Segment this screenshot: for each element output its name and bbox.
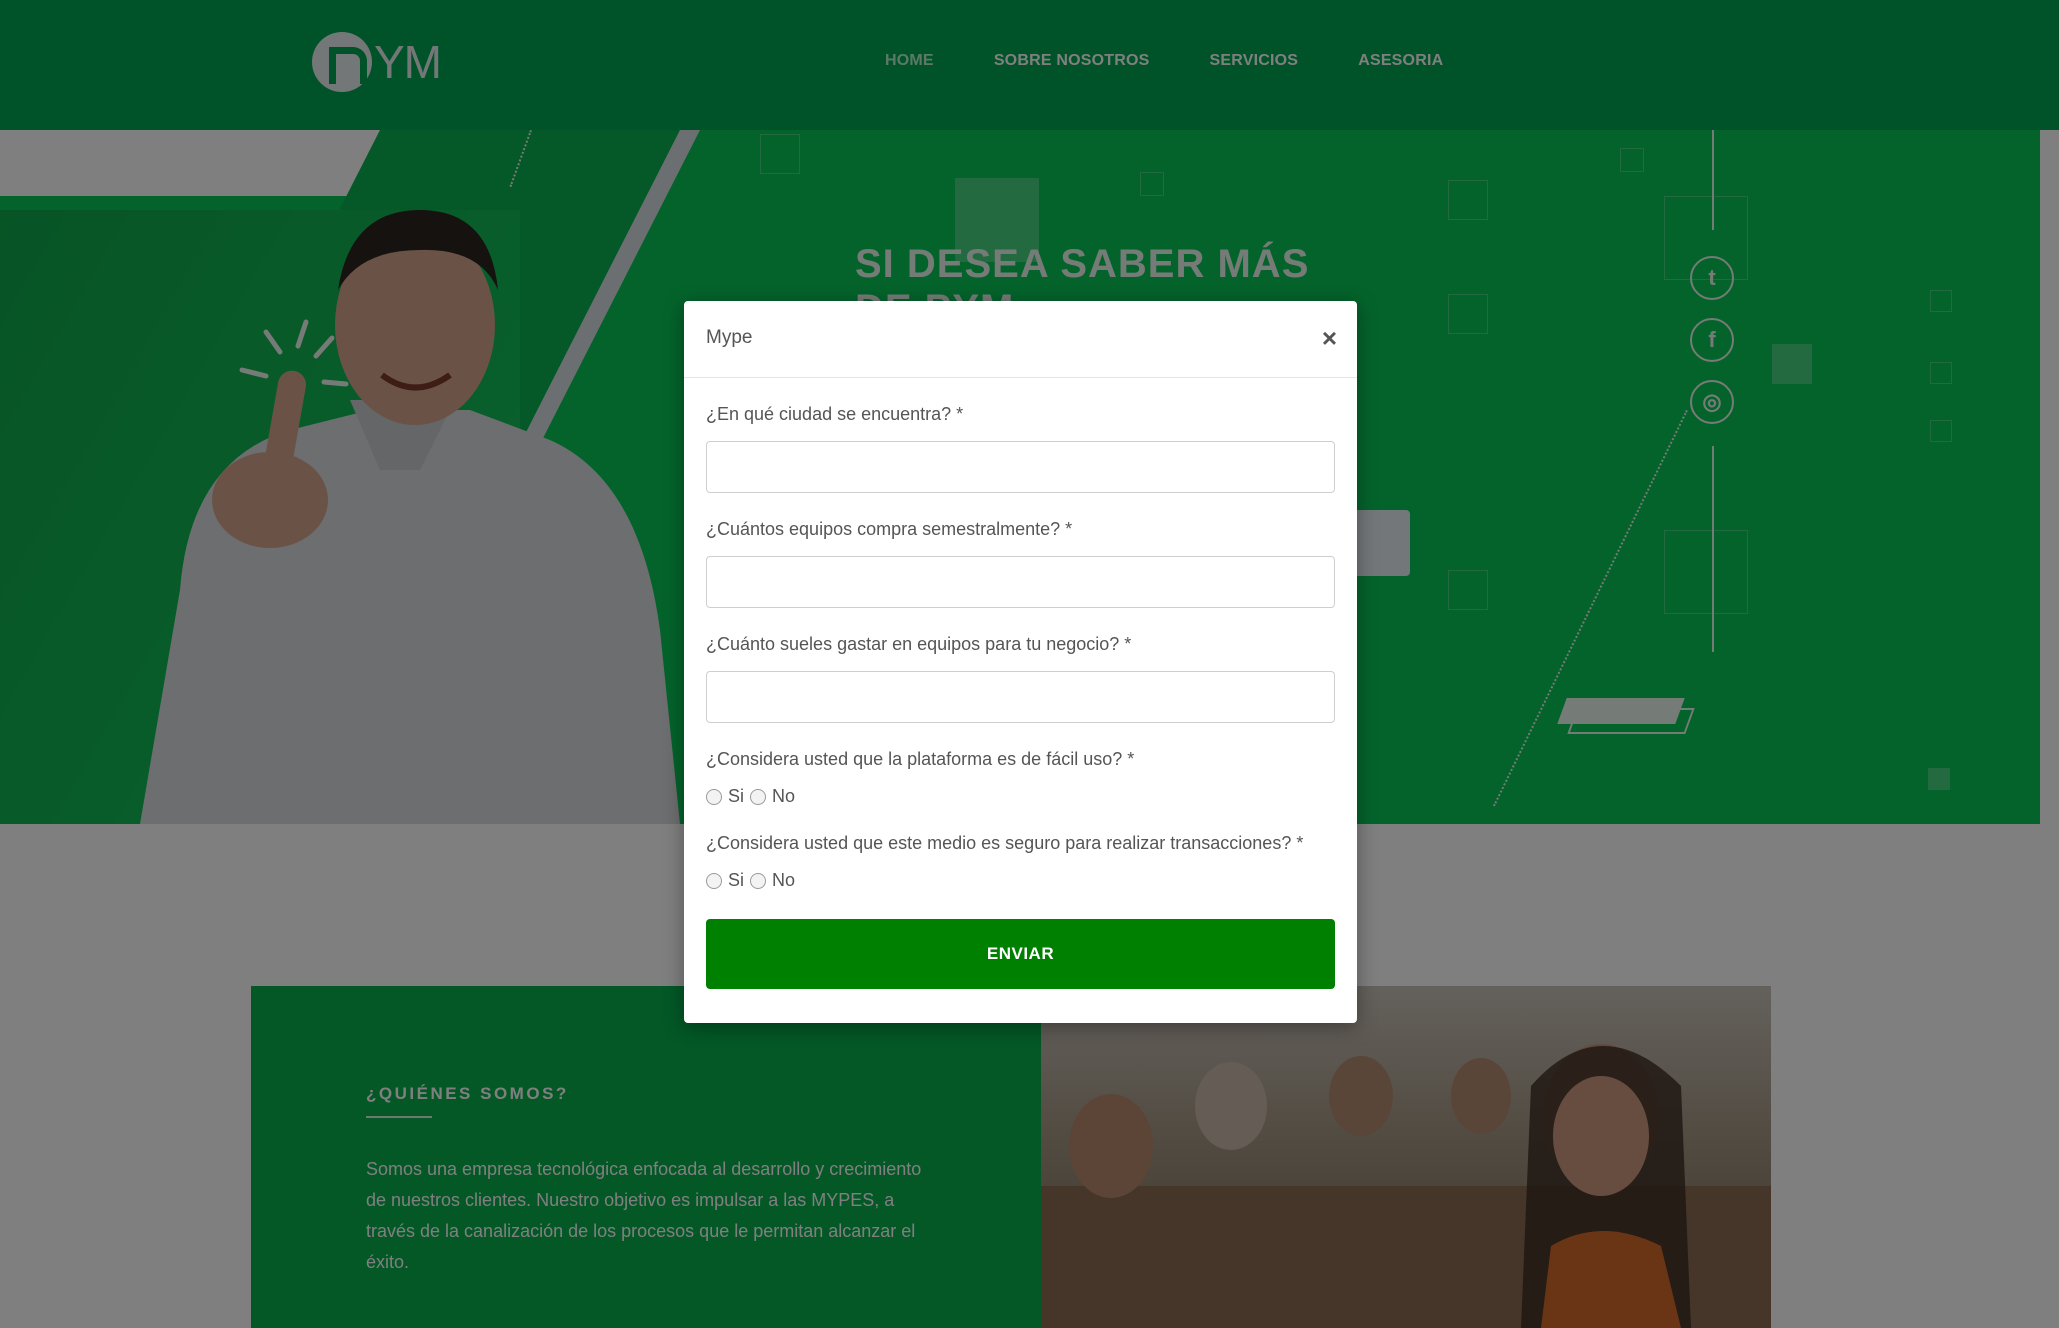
modal-body: ¿En qué ciudad se encuentra? * ¿Cuántos … [684,404,1357,989]
equipment-spend-label: ¿Cuánto sueles gastar en equipos para tu… [706,634,1132,654]
ease-of-use-radio-si[interactable] [706,788,722,805]
close-icon[interactable]: × [1322,325,1337,351]
city-input[interactable] [706,441,1335,493]
ease-of-use-radio-no[interactable] [750,788,767,805]
radio-label: No [772,870,796,890]
radio-label: Si [728,870,745,890]
equipment-count-label: ¿Cuántos equipos compra semestralmente? … [706,519,1073,539]
city-label: ¿En qué ciudad se encuentra? * [706,404,964,424]
modal-title: Mype [706,327,753,348]
security-radio-si[interactable] [706,872,722,889]
security-radio-group: Si No [706,870,1335,891]
ease-of-use-label: ¿Considera usted que la plataforma es de… [706,749,1135,769]
equipment-spend-input[interactable] [706,671,1335,723]
mype-modal: Mype × ¿En qué ciudad se encuentra? * ¿C… [684,301,1357,1023]
radio-label: Si [728,786,745,806]
modal-header: Mype × [684,301,1357,378]
submit-button[interactable]: ENVIAR [706,919,1335,989]
equipment-count-input[interactable] [706,556,1335,608]
ease-of-use-radio-group: Si No [706,786,1335,807]
security-radio-no[interactable] [750,872,767,889]
radio-label: No [772,786,796,806]
security-label: ¿Considera usted que este medio es segur… [706,833,1304,853]
